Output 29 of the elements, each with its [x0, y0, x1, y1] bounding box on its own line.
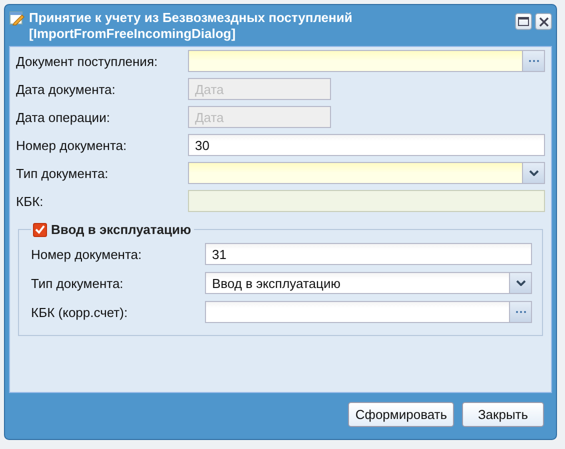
ellipsis-icon[interactable]: [510, 301, 532, 323]
checkbox[interactable]: [33, 222, 47, 236]
checkbox-label[interactable]: Ввод в эксплуатацию: [51, 222, 192, 237]
close-dialog-button[interactable]: Закрыть: [462, 402, 544, 426]
picker-field[interactable]: [205, 301, 510, 323]
dropdown-field[interactable]: [188, 162, 523, 184]
generate-button[interactable]: Сформировать: [348, 402, 454, 426]
ellipsis-icon[interactable]: [523, 50, 545, 72]
field-label: Тип документа:: [16, 166, 110, 180]
field-label: Документ поступления:: [16, 54, 159, 68]
field-label: Номер документа:: [16, 138, 128, 152]
field-label: КБК:: [16, 194, 44, 208]
field-label: КБК (корр.счет):: [31, 304, 129, 320]
maximize-button[interactable]: [515, 13, 532, 30]
close-button[interactable]: [535, 13, 552, 30]
close-icon: [538, 16, 548, 26]
pencil-note-icon: [9, 10, 25, 26]
dropdown-field[interactable]: Ввод в эксплуатацию: [205, 272, 510, 294]
chevron-down-icon[interactable]: [523, 162, 545, 184]
maximize-icon: [518, 17, 529, 26]
field-label: Тип документа:: [31, 276, 124, 290]
input-field[interactable]: 30: [188, 134, 545, 156]
picker-field[interactable]: [188, 50, 523, 72]
input-field[interactable]: 31: [205, 243, 532, 265]
field-label: Дата операции:: [16, 110, 111, 124]
field-label: Номер документа:: [31, 246, 143, 262]
chevron-down-icon[interactable]: [510, 272, 532, 294]
field-label: Дата документа:: [16, 82, 116, 96]
window-title: Принятие к учету из Безвозмездных поступлений [ImportFromFreeIncomingDialog]: [29, 10, 354, 42]
